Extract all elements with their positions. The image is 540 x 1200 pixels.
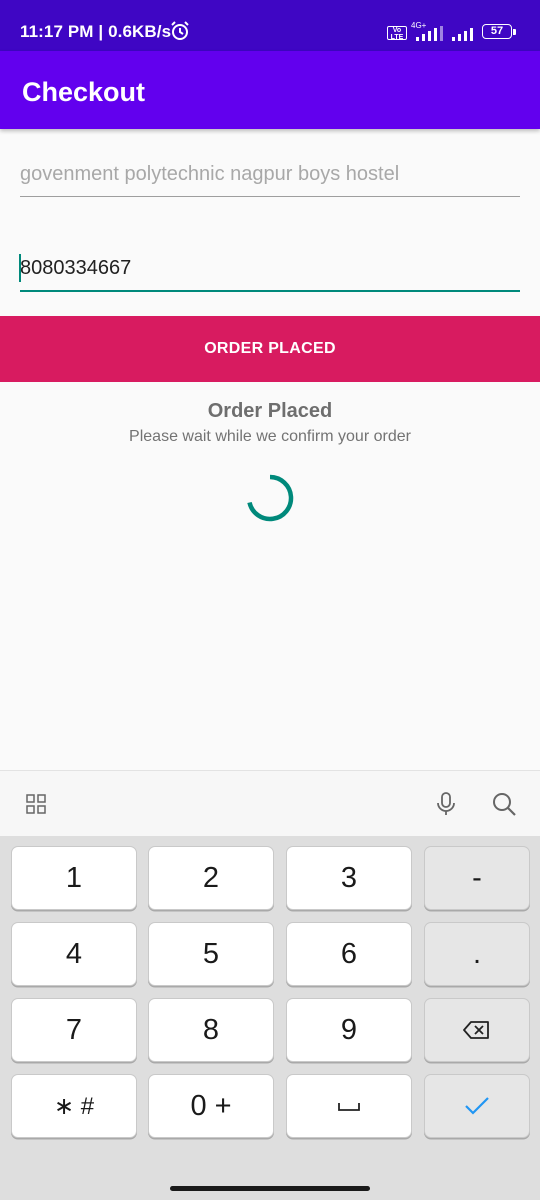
space-icon — [338, 1103, 360, 1111]
phone-input[interactable] — [20, 246, 520, 292]
progress-title: Order Placed — [207, 400, 333, 422]
search-icon[interactable] — [490, 790, 518, 818]
key-4[interactable]: 4 — [11, 922, 137, 986]
apps-grid-icon[interactable] — [26, 794, 46, 814]
status-bar: 11:17 PM | 0.6KB/s Vo LTE 4G+ 57 — [0, 0, 540, 51]
gesture-nav-handle[interactable] — [170, 1186, 370, 1191]
text-cursor — [19, 254, 21, 282]
alarm-icon — [171, 21, 189, 40]
key-3[interactable]: 3 — [286, 846, 412, 910]
backspace-icon — [463, 1021, 489, 1039]
key-7[interactable]: 7 — [11, 998, 137, 1062]
key-2[interactable]: 2 — [148, 846, 274, 910]
microphone-icon[interactable] — [434, 790, 458, 818]
signal-icon-2 — [452, 28, 473, 41]
enter-key[interactable] — [424, 1074, 530, 1138]
key-9[interactable]: 9 — [286, 998, 412, 1062]
checkmark-icon — [465, 1097, 489, 1115]
keyboard-toolbar — [0, 770, 540, 837]
order-placed-button[interactable]: ORDER PLACED — [0, 316, 540, 382]
key-8[interactable]: 8 — [148, 998, 274, 1062]
progress-message: Please wait while we confirm your order — [129, 428, 411, 445]
key-1[interactable]: 1 — [11, 846, 137, 910]
space-key[interactable] — [286, 1074, 412, 1138]
status-time: 11:17 PM | 0.6KB/s — [20, 22, 172, 41]
key-zero-plus[interactable]: 0 + — [148, 1074, 274, 1138]
signal-icon — [416, 26, 443, 41]
key-dot[interactable]: . — [424, 922, 530, 986]
key-5[interactable]: 5 — [148, 922, 274, 986]
battery-icon: 57 — [482, 24, 512, 39]
backspace-key[interactable] — [424, 998, 530, 1062]
battery-tip — [513, 29, 516, 35]
key-star-hash[interactable]: ∗ # — [11, 1074, 137, 1138]
key-6[interactable]: 6 — [286, 922, 412, 986]
loading-spinner-icon — [247, 474, 294, 522]
volte-icon: Vo LTE — [387, 26, 407, 41]
address-input[interactable] — [20, 152, 520, 197]
key-minus[interactable]: - — [424, 846, 530, 910]
app-bar: Checkout — [0, 51, 540, 129]
page-title: Checkout — [22, 77, 146, 107]
